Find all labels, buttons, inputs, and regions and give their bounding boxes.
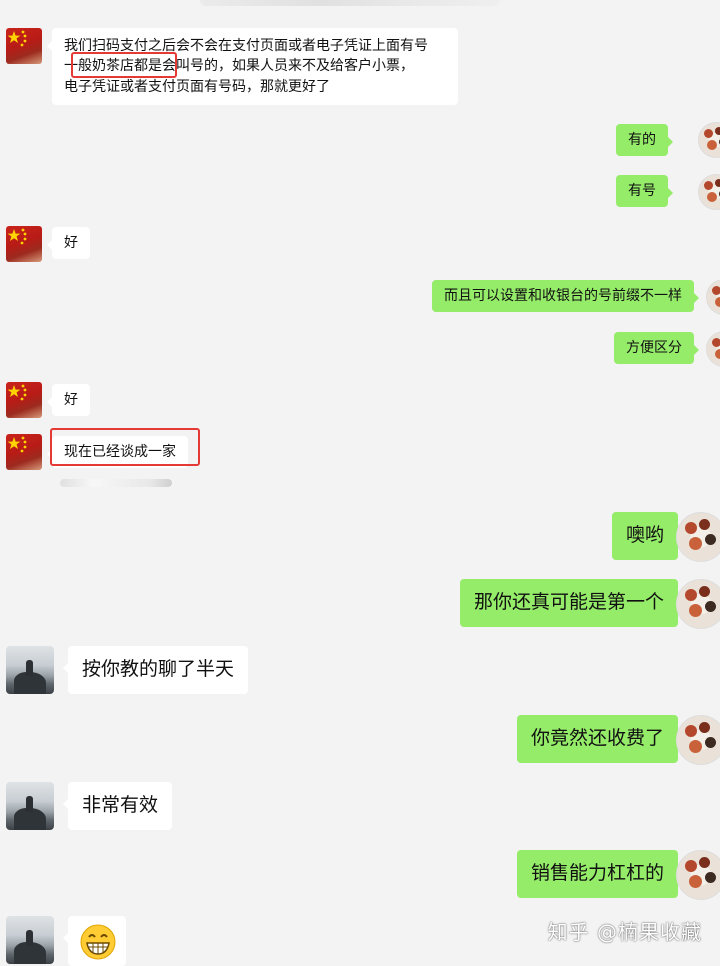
message-bubble[interactable]: 而且可以设置和收银台的号前缀不一样 [432,280,699,313]
message-bubble[interactable]: 那你还真可能是第一个 [459,579,684,627]
mountain-avatar[interactable] [6,916,54,964]
message-bubble[interactable]: 销售能力杠杠的 [516,850,684,898]
message-text: 方便区分 [626,340,682,356]
food-avatar[interactable] [676,715,720,765]
message-bubble[interactable]: 噢哟 [611,512,684,560]
message-text: 有的 [628,132,656,148]
food-avatar[interactable] [706,331,720,367]
message-text: 而且可以设置和收银台的号前缀不一样 [444,288,682,304]
food-avatar[interactable] [676,579,720,629]
blurred-fragment [60,479,172,487]
mountain-avatar[interactable] [6,646,54,694]
message-bubble[interactable]: 好 [47,384,90,417]
message-line: 电子凭证或者支付页面有号码，那就更好了 [64,78,330,95]
message-text: 好 [64,235,78,251]
message-bubble[interactable]: 方便区分 [614,332,699,365]
message-bubble[interactable]: 有的 [616,124,673,157]
food-avatar[interactable] [676,850,720,900]
message-text: 好 [64,392,78,408]
flag-avatar[interactable] [6,382,42,418]
mountain-avatar[interactable] [6,782,54,830]
message-text: 有号 [628,183,656,199]
message-bubble[interactable]: 好 [47,227,90,260]
message-text: 你竟然还收费了 [530,727,664,749]
highlight-box [50,428,200,466]
flag-avatar[interactable] [6,226,42,262]
message-text: 销售能力杠杠的 [530,862,664,884]
food-avatar[interactable] [698,174,720,210]
message-bubble[interactable]: 非常有效 [62,782,173,830]
grinning-face-emoji [80,924,116,960]
flag-avatar[interactable] [6,434,42,470]
message-bubble[interactable]: 你竟然还收费了 [516,715,684,763]
highlight-box [71,52,177,78]
message-text: 非常有效 [82,794,159,816]
message-bubble[interactable]: 按你教的聊了半天 [62,646,249,694]
watermark: 知乎 @楠果收藏 [547,920,702,944]
food-avatar[interactable] [698,122,720,158]
message-text: 噢哟 [625,524,664,546]
food-avatar[interactable] [676,512,720,562]
message-text: 按你教的聊了半天 [82,658,235,680]
food-avatar[interactable] [706,279,720,315]
message-text: 那你还真可能是第一个 [473,591,664,613]
message-bubble[interactable]: 有号 [616,175,673,208]
cropped-top-content [200,0,500,6]
flag-avatar[interactable] [6,28,42,64]
